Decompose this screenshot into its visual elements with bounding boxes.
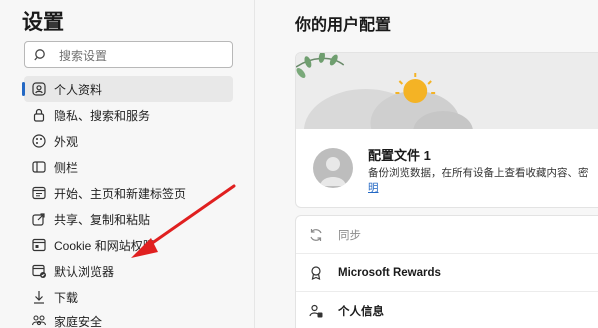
sidebar-item-share[interactable]: 共享、复制和粘贴 xyxy=(24,206,233,232)
personal-info-icon xyxy=(309,304,323,318)
sidebar-item-label: 侧栏 xyxy=(54,160,79,175)
list-item-label: Microsoft Rewards xyxy=(338,266,441,279)
home-icon xyxy=(32,186,46,200)
sidebar-item-label: 外观 xyxy=(54,134,79,149)
list-item-rewards[interactable]: Microsoft Rewards xyxy=(296,254,598,292)
sidebar-item-label: 共享、复制和粘贴 xyxy=(54,212,151,227)
sidebar-item-family-safety[interactable]: 家庭安全 xyxy=(24,308,233,328)
sidebar-item-cookies[interactable]: Cookie 和网站权限 xyxy=(24,232,233,258)
sidebar-item-label: 隐私、搜索和服务 xyxy=(54,108,151,123)
list-item-sync[interactable]: 同步 xyxy=(296,216,598,254)
profile-icon xyxy=(32,82,46,96)
main-content: 你的用户配置 配置文件 1 备份浏览数据，在所有设备上查看收藏内容、密 明 同步… xyxy=(255,0,598,328)
search-input[interactable]: 搜索设置 xyxy=(24,41,233,68)
sidebar-item-label: 开始、主页和新建标签页 xyxy=(54,186,187,201)
sidebar-item-privacy[interactable]: 隐私、搜索和服务 xyxy=(24,102,233,128)
lock-icon xyxy=(33,108,45,122)
sidebar-item-appearance[interactable]: 外观 xyxy=(24,128,233,154)
cookie-icon xyxy=(32,238,46,252)
sidebar-item-home[interactable]: 开始、主页和新建标签页 xyxy=(24,180,233,206)
settings-title: 设置 xyxy=(22,11,64,34)
sidebar-icon xyxy=(32,161,46,173)
sidebar-item-label: Cookie 和网站权限 xyxy=(54,238,155,253)
avatar[interactable] xyxy=(313,148,353,188)
profile-learn-more-link[interactable]: 明 xyxy=(368,180,379,195)
profile-name: 配置文件 1 xyxy=(368,148,431,163)
active-indicator xyxy=(22,82,25,96)
search-placeholder: 搜索设置 xyxy=(59,49,108,63)
list-item-label: 同步 xyxy=(338,229,361,242)
family-icon xyxy=(31,315,47,326)
sidebar-item-downloads[interactable]: 下载 xyxy=(24,284,233,310)
profile-banner-illustration xyxy=(296,53,598,129)
search-icon xyxy=(34,49,45,61)
browser-icon xyxy=(32,264,46,278)
sidebar-item-label: 家庭安全 xyxy=(54,314,103,328)
settings-sidebar: 设置 搜索设置 个人资料 隐私、搜索和服务 外观 侧栏 开始、主页和新建标签页 … xyxy=(0,0,255,328)
download-icon xyxy=(34,291,44,304)
profile-card: 配置文件 1 备份浏览数据，在所有设备上查看收藏内容、密 明 xyxy=(295,52,598,208)
profile-settings-list: 同步 Microsoft Rewards 个人信息 xyxy=(295,215,598,328)
sync-icon xyxy=(310,228,322,241)
page-title: 你的用户配置 xyxy=(295,17,392,34)
sidebar-item-label: 下载 xyxy=(54,290,79,305)
sidebar-item-sidebar[interactable]: 侧栏 xyxy=(24,154,233,180)
appearance-icon xyxy=(32,134,46,148)
share-icon xyxy=(32,213,45,226)
sidebar-item-label: 默认浏览器 xyxy=(54,264,115,279)
rewards-icon xyxy=(311,265,321,280)
sidebar-item-default-browser[interactable]: 默认浏览器 xyxy=(24,258,233,284)
sidebar-item-profile[interactable]: 个人资料 xyxy=(22,76,233,102)
list-item-label: 个人信息 xyxy=(338,306,384,318)
profile-description: 备份浏览数据，在所有设备上查看收藏内容、密 xyxy=(368,167,589,179)
sidebar-item-label: 个人资料 xyxy=(54,82,103,97)
list-item-personal-info[interactable]: 个人信息 xyxy=(296,292,598,328)
